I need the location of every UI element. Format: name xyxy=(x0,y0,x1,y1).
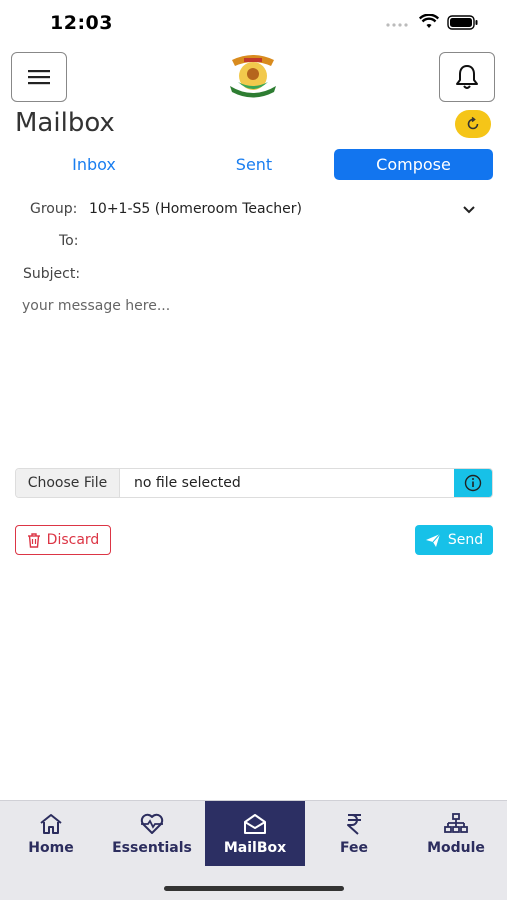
refresh-button[interactable] xyxy=(455,110,491,138)
choose-file-button[interactable]: Choose File xyxy=(16,469,120,497)
wifi-icon xyxy=(419,14,439,28)
tab-sent[interactable]: Sent xyxy=(190,149,318,180)
group-select[interactable]: 10+1-S5 (Homeroom Teacher) xyxy=(89,201,302,217)
rupee-icon xyxy=(347,813,361,835)
nav-fee-label: Fee xyxy=(340,839,368,856)
file-name: no file selected xyxy=(134,475,241,491)
heart-pulse-icon xyxy=(140,813,164,834)
home-icon xyxy=(40,813,62,834)
send-button[interactable]: Send xyxy=(415,525,493,555)
notifications-button[interactable] xyxy=(439,52,495,102)
to-label: To: xyxy=(59,233,79,249)
chevron-down-icon[interactable] xyxy=(460,200,478,218)
tab-compose[interactable]: Compose xyxy=(334,149,493,180)
nav-mailbox-label: MailBox xyxy=(223,839,287,856)
tab-inbox[interactable]: Inbox xyxy=(30,149,158,180)
discard-button[interactable]: Discard xyxy=(15,525,111,555)
hamburger-icon xyxy=(28,70,50,85)
trash-icon xyxy=(27,532,40,548)
info-icon xyxy=(464,474,482,492)
mail-open-icon xyxy=(244,813,266,834)
bell-icon xyxy=(456,65,478,89)
discard-label: Discard xyxy=(46,532,100,548)
menu-button[interactable] xyxy=(11,52,67,102)
home-indicator xyxy=(164,886,344,891)
paper-plane-icon xyxy=(425,533,441,547)
status-icons xyxy=(385,14,479,30)
nav-module-label: Module xyxy=(427,839,485,856)
school-logo xyxy=(230,55,276,98)
status-time: 12:03 xyxy=(50,12,113,34)
send-label: Send xyxy=(447,532,484,548)
page-title: Mailbox xyxy=(15,108,115,138)
nav-fee[interactable]: Fee xyxy=(304,801,404,866)
nav-home[interactable]: Home xyxy=(1,801,101,866)
nav-essentials-label: Essentials xyxy=(112,839,192,856)
nav-mailbox[interactable]: MailBox xyxy=(205,801,305,866)
nav-module[interactable]: Module xyxy=(406,801,506,866)
battery-icon xyxy=(447,14,478,30)
group-label: Group: xyxy=(30,201,78,217)
nav-home-label: Home xyxy=(28,839,74,856)
status-bar: 12:03 xyxy=(0,0,507,48)
info-button[interactable] xyxy=(454,469,492,497)
nav-essentials[interactable]: Essentials xyxy=(102,801,202,866)
message-textarea[interactable]: your message here... xyxy=(22,298,482,448)
sitemap-icon xyxy=(444,812,468,833)
subject-label: Subject: xyxy=(23,266,81,282)
signal-icon xyxy=(386,23,408,27)
file-upload: Choose File no file selected xyxy=(15,468,493,498)
bottom-nav: Home Essentials MailBox Fee Module xyxy=(0,800,507,900)
refresh-icon xyxy=(467,116,479,130)
